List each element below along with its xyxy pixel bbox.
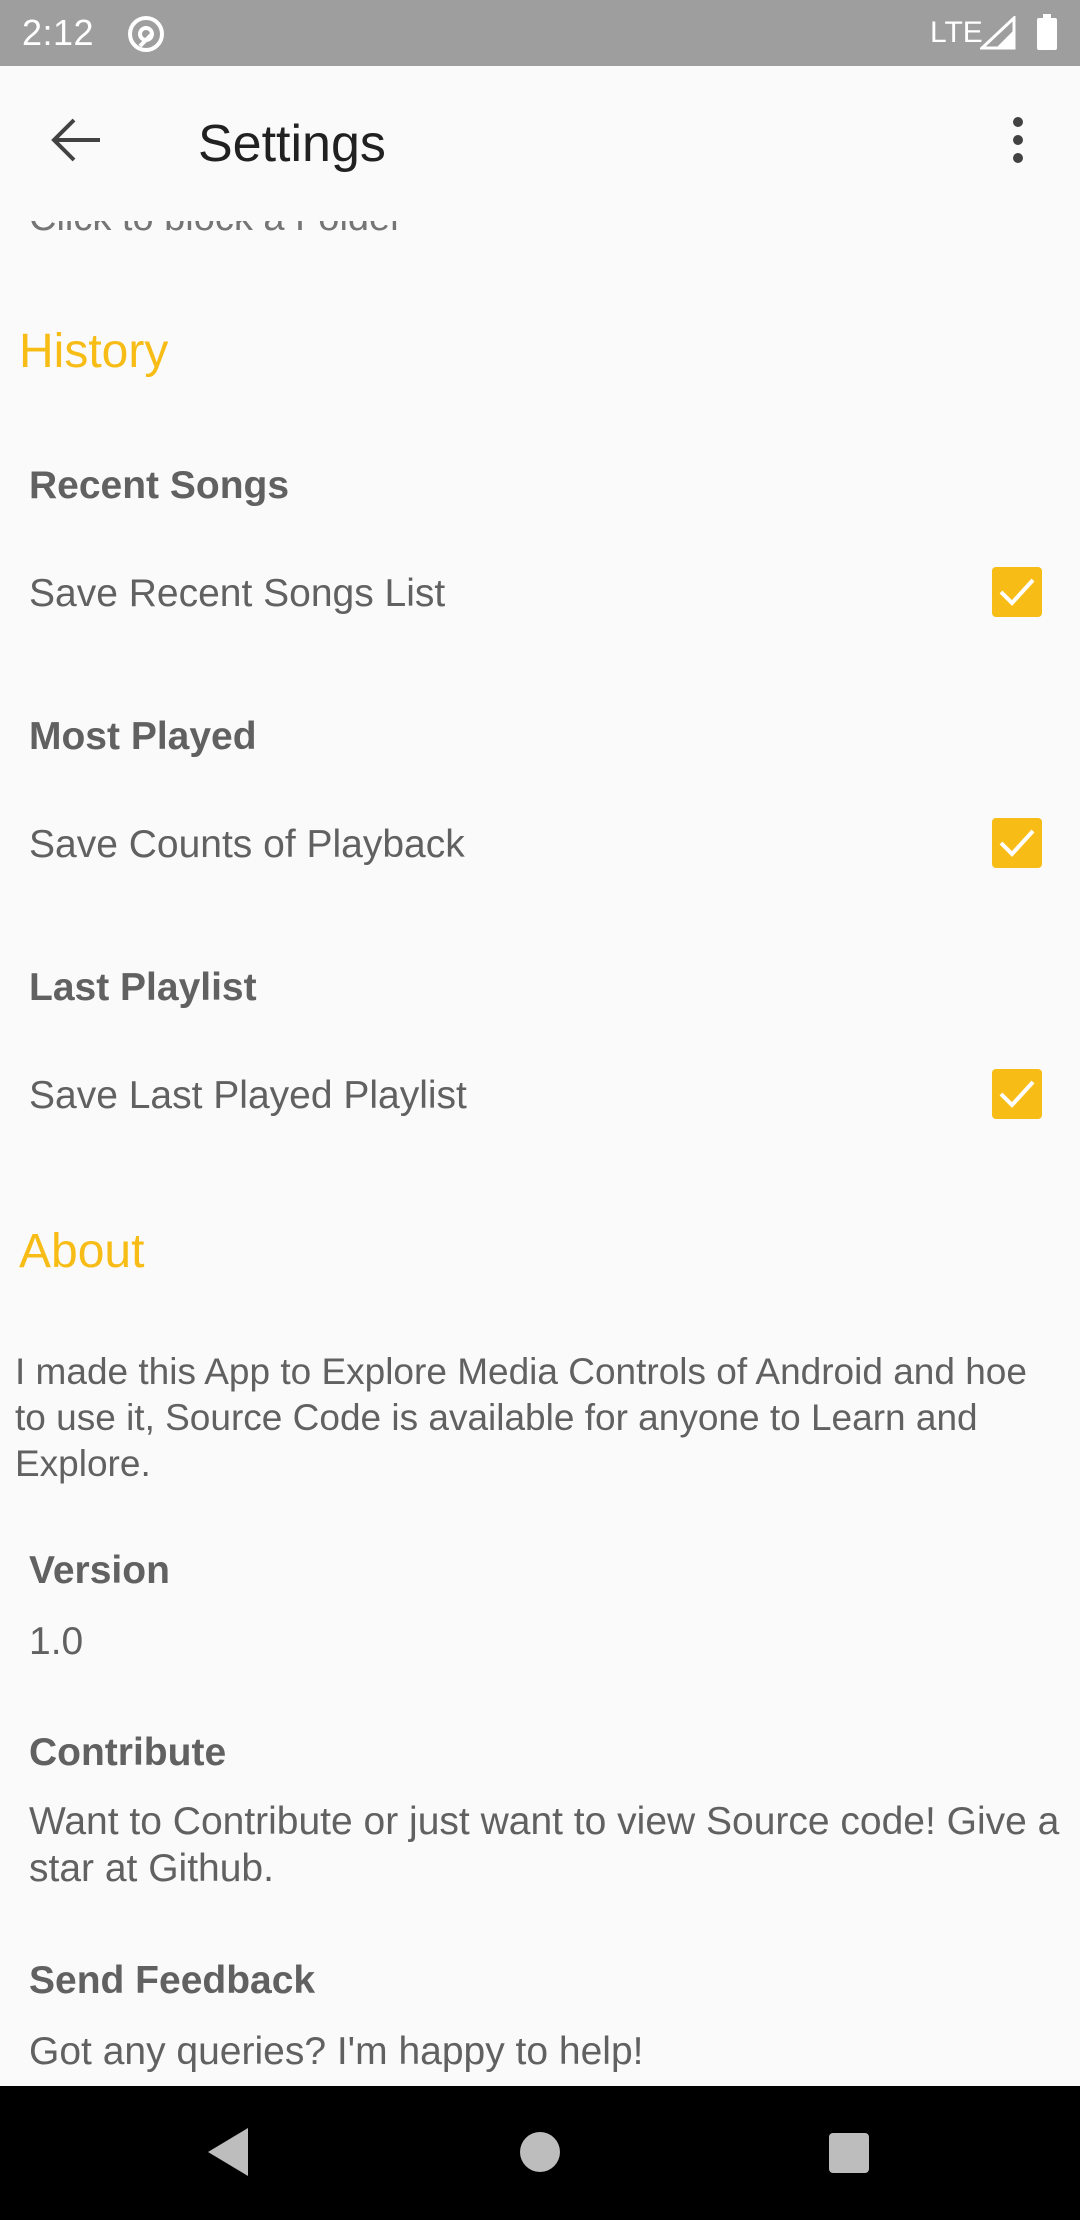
signal-icon	[980, 16, 1016, 50]
arrow-back-icon[interactable]	[40, 102, 116, 178]
about-header: About	[19, 1225, 145, 1278]
version-summary: 1.0	[29, 1620, 84, 1663]
version-title: Version	[29, 1549, 170, 1592]
more-vert-icon[interactable]	[994, 102, 1042, 178]
feedback-summary: Got any queries? I'm happy to help!	[29, 2030, 644, 2073]
last-playlist-checkbox[interactable]	[992, 1069, 1042, 1119]
settings-list[interactable]: Click to block a Folder History Recent S…	[0, 66, 1080, 2086]
last-playlist-summary: Save Last Played Playlist	[29, 1074, 467, 1117]
last-playlist-title: Last Playlist	[29, 966, 257, 1009]
recent-songs-title: Recent Songs	[29, 464, 290, 507]
recent-songs-checkbox[interactable]	[992, 567, 1042, 617]
network-type: LTE	[930, 16, 983, 49]
check-icon	[999, 829, 1035, 857]
check-icon	[999, 578, 1035, 606]
app-toolbar: Settings	[0, 66, 1080, 221]
nav-home-icon[interactable]	[520, 2132, 560, 2172]
feedback-title: Send Feedback	[29, 1959, 316, 2002]
history-header: History	[19, 325, 169, 378]
at-sign-icon	[128, 16, 164, 52]
nav-back-icon[interactable]	[202, 2124, 254, 2180]
check-icon	[999, 1080, 1035, 1108]
most-played-summary: Save Counts of Playback	[29, 823, 465, 866]
recent-songs-summary: Save Recent Songs List	[29, 572, 446, 615]
about-description: I made this App to Explore Media Control…	[15, 1351, 1027, 1484]
page-title: Settings	[198, 115, 386, 173]
battery-icon	[1037, 14, 1057, 50]
nav-recents-icon[interactable]	[828, 2132, 870, 2174]
contribute-summary: Want to Contribute or just want to view …	[29, 1800, 1060, 1890]
status-bar: 2:12 LTE	[0, 0, 1080, 66]
status-time: 2:12	[22, 12, 95, 53]
most-played-title: Most Played	[29, 715, 257, 758]
contribute-title: Contribute	[29, 1731, 227, 1774]
system-nav-bar	[0, 2086, 1080, 2220]
most-played-checkbox[interactable]	[992, 818, 1042, 868]
